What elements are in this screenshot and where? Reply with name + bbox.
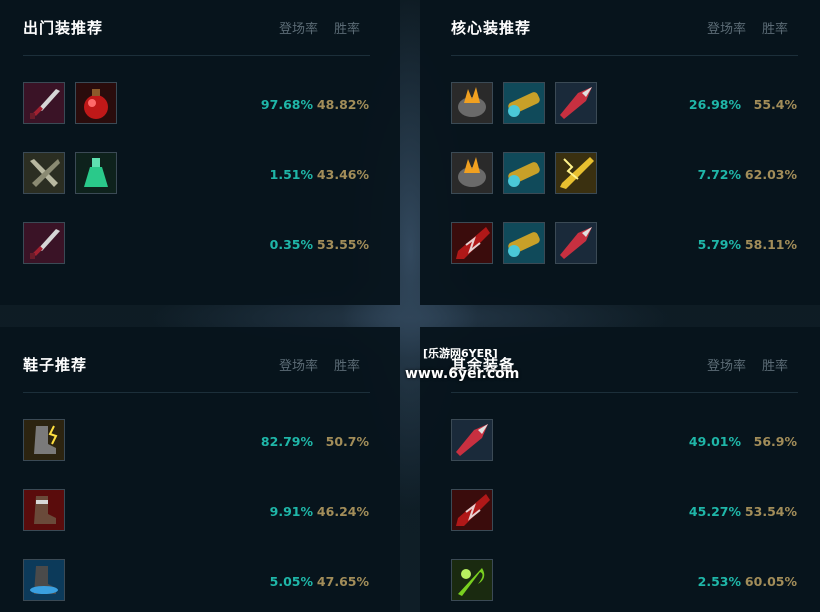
- win-rate-header: 胜率: [333, 22, 360, 37]
- watermark-line1: [乐游网6YER]: [423, 347, 498, 360]
- flame-gauntlet-icon[interactable]: [451, 152, 493, 194]
- pick-rate-header: 登场率: [706, 359, 746, 374]
- dagger-icon[interactable]: [23, 222, 65, 264]
- pick-rate: 0.35%: [269, 237, 313, 252]
- item-row[interactable]: 9.91% 46.24%: [23, 489, 369, 533]
- win-rate: 47.65%: [316, 574, 369, 589]
- bottle-icon[interactable]: [75, 152, 117, 194]
- pick-rate: 82.79%: [260, 434, 313, 449]
- item-row[interactable]: 5.05% 47.65%: [23, 559, 369, 603]
- panel-title: 出门装推荐: [23, 19, 104, 37]
- item-icons: [451, 419, 503, 463]
- green-scythe-icon[interactable]: [451, 559, 493, 601]
- win-rate-header: 胜率: [761, 359, 788, 374]
- column-headers: 登场率 胜率: [691, 18, 788, 37]
- pick-rate: 49.01%: [688, 434, 741, 449]
- win-rate: 50.7%: [325, 434, 369, 449]
- column-headers: 登场率 胜率: [263, 18, 360, 37]
- item-row[interactable]: 49.01% 56.9%: [451, 419, 797, 463]
- panel-starting-items: 出门装推荐 登场率 胜率 97.68% 48.82% 1.51% 43.46% 0…: [0, 0, 400, 305]
- pick-rate: 2.53%: [697, 574, 741, 589]
- red-blade-icon[interactable]: [451, 222, 493, 264]
- item-icons: [451, 559, 503, 603]
- panel-core-items: 核心装推荐 登场率 胜率 26.98% 55.4% 7.72% 62.03% 5.…: [420, 0, 820, 305]
- pick-rate: 97.68%: [260, 97, 313, 112]
- pick-rate: 26.98%: [688, 97, 741, 112]
- item-row[interactable]: 5.79% 58.11%: [451, 222, 797, 266]
- pick-rate-header: 登场率: [278, 22, 318, 37]
- item-icons: [451, 489, 503, 533]
- item-icons: [451, 222, 607, 266]
- item-icons: [23, 222, 75, 266]
- watermark: [乐游网6YER] www.6yer.com: [405, 343, 535, 385]
- item-icons: [451, 152, 607, 196]
- item-icons: [451, 82, 607, 126]
- pick-rate: 7.72%: [697, 167, 741, 182]
- cannon-icon[interactable]: [503, 82, 545, 124]
- column-headers: 登场率 胜率: [691, 355, 788, 374]
- red-boots-icon[interactable]: [23, 489, 65, 531]
- win-rate: 58.11%: [744, 237, 797, 252]
- column-headers: 登场率 胜率: [263, 355, 360, 374]
- divider: [23, 392, 370, 393]
- pick-rate: 9.91%: [269, 504, 313, 519]
- item-icons: [23, 82, 127, 126]
- item-icons: [23, 489, 75, 533]
- pick-rate: 1.51%: [269, 167, 313, 182]
- dagger-icon[interactable]: [23, 82, 65, 124]
- spear-icon[interactable]: [555, 82, 597, 124]
- pick-rate: 5.05%: [269, 574, 313, 589]
- lightning-blade-icon[interactable]: [555, 152, 597, 194]
- red-blade-icon[interactable]: [451, 489, 493, 531]
- divider: [451, 392, 798, 393]
- spear-icon[interactable]: [451, 419, 493, 461]
- win-rate-header: 胜率: [761, 22, 788, 37]
- item-icons: [23, 152, 127, 196]
- pick-rate-header: 登场率: [706, 22, 746, 37]
- item-icons: [23, 559, 75, 603]
- item-row[interactable]: 0.35% 53.55%: [23, 222, 369, 266]
- potion-icon[interactable]: [75, 82, 117, 124]
- win-rate: 60.05%: [744, 574, 797, 589]
- win-rate-header: 胜率: [333, 359, 360, 374]
- item-row[interactable]: 2.53% 60.05%: [451, 559, 797, 603]
- flame-gauntlet-icon[interactable]: [451, 82, 493, 124]
- divider: [23, 55, 370, 56]
- spear-icon[interactable]: [555, 222, 597, 264]
- win-rate: 43.46%: [316, 167, 369, 182]
- item-row[interactable]: 97.68% 48.82%: [23, 82, 369, 126]
- lightning-boots-icon[interactable]: [23, 419, 65, 461]
- win-rate: 46.24%: [316, 504, 369, 519]
- sword-icon[interactable]: [23, 152, 65, 194]
- panel-boots: 鞋子推荐 登场率 胜率 82.79% 50.7% 9.91% 46.24% 5.0…: [0, 327, 400, 612]
- pick-rate: 5.79%: [697, 237, 741, 252]
- win-rate: 53.54%: [744, 504, 797, 519]
- panel-title: 鞋子推荐: [23, 356, 88, 374]
- item-icons: [23, 419, 75, 463]
- win-rate: 62.03%: [744, 167, 797, 182]
- pick-rate-header: 登场率: [278, 359, 318, 374]
- divider: [451, 55, 798, 56]
- item-row[interactable]: 26.98% 55.4%: [451, 82, 797, 126]
- pick-rate: 45.27%: [688, 504, 741, 519]
- item-row[interactable]: 1.51% 43.46%: [23, 152, 369, 196]
- panel-title: 核心装推荐: [451, 19, 532, 37]
- watermark-line2: www.6yer.com: [405, 366, 520, 382]
- blue-boots-icon[interactable]: [23, 559, 65, 601]
- win-rate: 48.82%: [316, 97, 369, 112]
- cannon-icon[interactable]: [503, 222, 545, 264]
- cannon-icon[interactable]: [503, 152, 545, 194]
- win-rate: 53.55%: [316, 237, 369, 252]
- win-rate: 56.9%: [753, 434, 797, 449]
- item-row[interactable]: 45.27% 53.54%: [451, 489, 797, 533]
- item-row[interactable]: 7.72% 62.03%: [451, 152, 797, 196]
- item-row[interactable]: 82.79% 50.7%: [23, 419, 369, 463]
- win-rate: 55.4%: [753, 97, 797, 112]
